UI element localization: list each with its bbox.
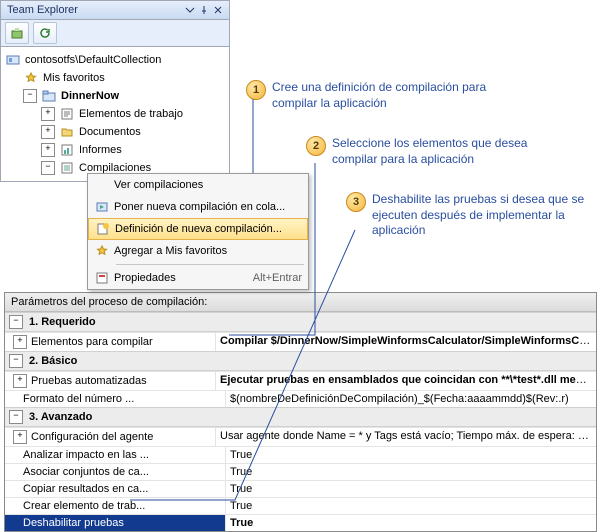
expand-icon[interactable]: +	[13, 335, 27, 349]
context-menu: Ver compilaciones Poner nueva compilació…	[87, 173, 309, 290]
callout-number-1: 1	[246, 80, 266, 100]
reports-label: Informes	[79, 144, 122, 156]
collapse-icon[interactable]: −	[9, 410, 23, 424]
new-icon	[91, 222, 115, 236]
star-icon	[90, 245, 114, 257]
menu-add-favorite[interactable]: Agregar a Mis favoritos	[88, 240, 308, 262]
toolbar-refresh-button[interactable]	[33, 22, 57, 44]
workitems-node[interactable]: + Elementos de trabajo	[5, 105, 227, 123]
row-number-format[interactable]: Formato del número ...$(nombreDeDefinici…	[5, 390, 596, 407]
panel-titlebar: Team Explorer	[1, 1, 229, 20]
reports-icon	[59, 143, 75, 157]
queue-icon	[90, 200, 114, 214]
section-required[interactable]: −1. Requerido	[5, 312, 596, 332]
properties-icon	[90, 271, 114, 285]
row-create-wi[interactable]: Crear elemento de trab...True	[5, 497, 596, 514]
menu-view-builds[interactable]: Ver compilaciones	[88, 174, 308, 196]
menu-separator	[116, 264, 304, 265]
documents-node[interactable]: + Documentos	[5, 123, 227, 141]
row-copy[interactable]: Copiar resultados en ca...True	[5, 480, 596, 497]
shortcut-label: Alt+Entrar	[253, 272, 302, 284]
folder-icon	[59, 125, 75, 139]
star-icon	[23, 71, 39, 85]
project-label: DinnerNow	[61, 90, 119, 102]
server-icon	[5, 53, 21, 67]
callout-2: 2 Seleccione los elementos que desea comp…	[306, 136, 567, 167]
grid-title: Parámetros del proceso de compilación:	[5, 293, 596, 312]
workitems-icon	[59, 107, 75, 121]
toolbar-button-1[interactable]	[5, 22, 29, 44]
documents-label: Documentos	[79, 126, 141, 138]
callout-text-1: Cree una definición de compilación para …	[272, 80, 507, 111]
callout-3: 3 Deshabilite las pruebas si desea que se…	[346, 192, 603, 239]
callout-text-2: Seleccione los elementos que desea compi…	[332, 136, 567, 167]
row-auto-tests[interactable]: +Pruebas automatizadas Ejecutar pruebas …	[5, 371, 596, 390]
expand-icon[interactable]: +	[13, 430, 27, 444]
collection-node[interactable]: contosotfs\DefaultCollection	[5, 51, 227, 69]
collapse-icon[interactable]: −	[23, 89, 37, 103]
section-advanced[interactable]: −3. Avanzado	[5, 407, 596, 427]
row-agent[interactable]: +Configuración del agente Usar agente do…	[5, 427, 596, 446]
callout-number-3: 3	[346, 192, 366, 212]
collapse-icon[interactable]: −	[9, 315, 23, 329]
menu-new-build-definition[interactable]: Definición de nueva compilación...	[88, 218, 308, 240]
builds-icon	[59, 161, 75, 175]
panel-title: Team Explorer	[7, 4, 78, 16]
reports-node[interactable]: + Informes	[5, 141, 227, 159]
row-impact[interactable]: Analizar impacto en las ...True	[5, 446, 596, 463]
menu-queue-build[interactable]: Poner nueva compilación en cola...	[88, 196, 308, 218]
build-process-parameters-grid: Parámetros del proceso de compilación: −…	[4, 292, 597, 532]
project-icon	[41, 89, 57, 103]
workitems-label: Elementos de trabajo	[79, 108, 183, 120]
row-items-to-build[interactable]: +Elementos para compilar Compilar $/Dinn…	[5, 332, 596, 351]
expand-icon[interactable]: +	[13, 374, 27, 388]
row-disable-tests[interactable]: Deshabilitar pruebasTrue	[5, 514, 596, 531]
project-node[interactable]: − DinnerNow	[5, 87, 227, 105]
row-associate[interactable]: Asociar conjuntos de ca...True	[5, 463, 596, 480]
callout-text-3: Deshabilite las pruebas si desea que se …	[372, 192, 603, 239]
team-explorer-panel: Team Explorer contosotfs\DefaultCollecti…	[0, 0, 230, 182]
pin-icon[interactable]	[199, 5, 209, 15]
callout-number-2: 2	[306, 136, 326, 156]
expand-icon[interactable]: +	[41, 125, 55, 139]
collection-label: contosotfs\DefaultCollection	[25, 54, 161, 66]
callout-1: 1 Cree una definición de compilación para…	[246, 80, 507, 111]
menu-properties[interactable]: PropiedadesAlt+Entrar	[88, 267, 308, 289]
panel-toolbar	[1, 20, 229, 47]
expand-icon[interactable]: +	[41, 107, 55, 121]
close-icon[interactable]	[213, 5, 223, 15]
dropdown-icon[interactable]	[185, 5, 195, 15]
collapse-icon[interactable]: −	[41, 161, 55, 175]
favorites-label: Mis favoritos	[43, 72, 105, 84]
favorites-node[interactable]: Mis favoritos	[5, 69, 227, 87]
collapse-icon[interactable]: −	[9, 354, 23, 368]
section-basic[interactable]: −2. Básico	[5, 351, 596, 371]
expand-icon[interactable]: +	[41, 143, 55, 157]
